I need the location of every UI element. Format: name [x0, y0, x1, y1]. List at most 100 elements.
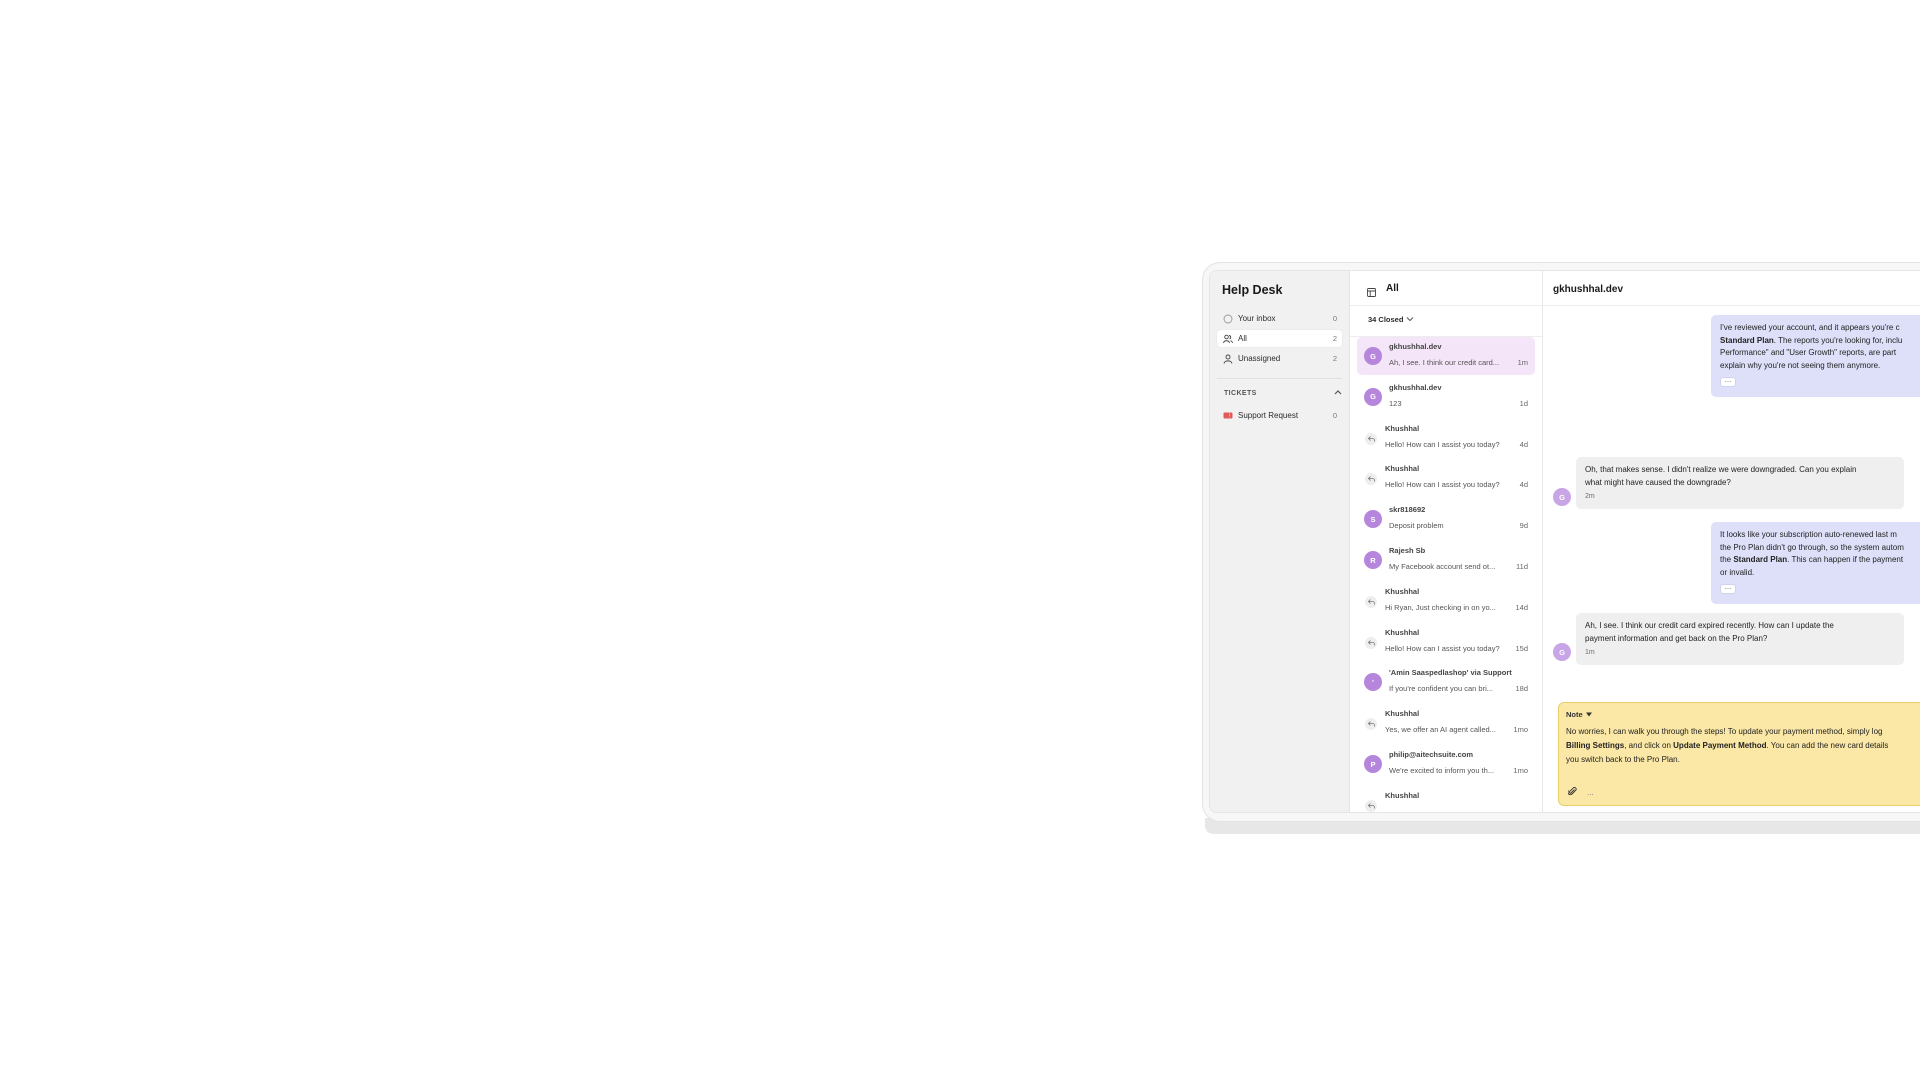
app-window: Help Desk Your inbox 0 All 2 Unassigned …	[1209, 270, 1920, 813]
conversation-time: 15d	[1515, 643, 1528, 653]
conversation-preview: Hello! How can I assist you today?	[1385, 643, 1500, 653]
chat-panel: gkhushhal.dev I've reviewed your account…	[1543, 271, 1920, 812]
conversation-item[interactable]: Pphilip@aitechsuite.com We're excited to …	[1357, 745, 1535, 783]
message-line: It looks like your subscription auto-ren…	[1720, 530, 1897, 539]
sidebar: Help Desk Your inbox 0 All 2 Unassigned …	[1210, 271, 1350, 812]
conversation-item[interactable]: Ggkhushhal.dev Ah, I see. I think our cre…	[1357, 337, 1535, 375]
sidebar-divider	[1217, 378, 1342, 379]
more-options-button[interactable]: ...	[1720, 583, 1736, 594]
conversation-list: Ggkhushhal.dev Ah, I see. I think our cre…	[1350, 337, 1542, 812]
conversation-time: 1m	[1517, 358, 1528, 367]
message-line: or invalid.	[1720, 567, 1755, 577]
conversation-time: 4d	[1519, 480, 1528, 490]
customer-message: Oh, that makes sense. I didn't realize w…	[1576, 457, 1904, 509]
sidebar-item-label: Unassigned	[1238, 354, 1281, 363]
note-type-dropdown[interactable]: Note	[1566, 710, 1592, 719]
caret-down-icon	[1585, 710, 1592, 719]
status-filter-dropdown[interactable]: 34 Closed	[1368, 315, 1414, 324]
filter-bar: 34 Closed	[1350, 305, 1542, 337]
conversation-preview: Deposit problem	[1389, 521, 1444, 531]
message-line: Performance" and "User Growth" reports, …	[1720, 348, 1897, 357]
conversation-name: Khushhal	[1385, 627, 1420, 637]
conversation-name: Khushhal	[1385, 709, 1420, 719]
message-line: the Standard Plan. This can happen if th…	[1720, 555, 1904, 564]
users-icon	[1222, 333, 1234, 345]
conversation-preview: Yes, we offer an AI agent called...	[1385, 725, 1496, 735]
note-type-label: Note	[1566, 710, 1583, 719]
sidebar-item-count: 0	[1332, 314, 1337, 323]
note-composer[interactable]: Note No worries, I can walk you through …	[1558, 702, 1920, 806]
conversation-name: skr818692	[1389, 505, 1426, 515]
conversation-preview: My Facebook account send ot...	[1389, 562, 1496, 571]
user-icon	[1222, 353, 1234, 365]
reply-icon	[1365, 636, 1377, 649]
message-text: I've reviewed your account, and it appea…	[1711, 315, 1920, 374]
conversation-name: gkhushhal.dev	[1389, 342, 1442, 351]
conversation-name: Khushhal	[1385, 464, 1420, 474]
message-text: Oh, that makes sense. I didn't realize w…	[1576, 457, 1904, 491]
customer-message: Ah, I see. I think our credit card expir…	[1576, 613, 1904, 665]
message-text: Ah, I see. I think our credit card expir…	[1576, 613, 1904, 647]
message-text: It looks like your subscription auto-ren…	[1711, 522, 1920, 581]
sidebar-item-unassigned[interactable]: Unassigned 2	[1217, 350, 1342, 367]
ticket-icon	[1222, 410, 1234, 422]
message-line: explain why you're not seeing them anymo…	[1720, 360, 1881, 370]
note-text[interactable]: No worries, I can walk you through the s…	[1566, 725, 1920, 767]
conversation-item[interactable]: Khushhal Yes, we offer an AI agent called…	[1357, 704, 1535, 742]
contact-avatar: R	[1364, 551, 1382, 569]
more-options-button[interactable]: ...	[1720, 376, 1736, 387]
list-header: All	[1350, 271, 1542, 306]
conversation-item[interactable]: Khushhal	[1357, 786, 1535, 812]
tickets-heading: TICKETS	[1224, 389, 1257, 397]
conversation-preview: Hello! How can I assist you today?	[1385, 480, 1500, 490]
conversation-list-panel: All 34 Closed Ggkhushhal.dev Ah, I see. I…	[1350, 271, 1543, 812]
conversation-name: 'Amin Saaspedlashop' via Support	[1389, 668, 1512, 678]
chat-title: gkhushhal.dev	[1553, 284, 1624, 295]
reply-icon	[1365, 432, 1377, 445]
contact-avatar: S	[1364, 510, 1382, 529]
conversation-item[interactable]: Khushhal Hello! How can I assist you toda…	[1357, 459, 1535, 497]
conversation-preview: We're excited to inform you th...	[1389, 766, 1495, 775]
conversation-item[interactable]: R Rajesh Sb My Facebook account send ot...…	[1357, 541, 1535, 579]
conversation-item[interactable]: Sskr818692 Deposit problem 9d	[1357, 500, 1535, 538]
tickets-section-header[interactable]: TICKETS	[1224, 389, 1342, 397]
conversation-name: Khushhal	[1385, 423, 1420, 433]
conversation-item[interactable]: Khushhal Hello! How can I assist you toda…	[1357, 419, 1535, 457]
sidebar-item-label: All	[1238, 334, 1247, 343]
layout-icon[interactable]	[1367, 284, 1376, 302]
sidebar-item-all[interactable]: All 2	[1217, 330, 1342, 347]
sidebar-item-count: 2	[1332, 354, 1337, 363]
attachment-icon[interactable]	[1567, 787, 1577, 798]
sidebar-item-your-inbox[interactable]: Your inbox 0	[1217, 310, 1342, 327]
contact-avatar: G	[1364, 347, 1382, 365]
contact-avatar: P	[1364, 755, 1382, 773]
conversation-time: 11d	[1516, 562, 1528, 571]
sidebar-item-support-request[interactable]: Support Request 0	[1217, 407, 1342, 424]
sidebar-item-count: 0	[1332, 411, 1337, 420]
message-time: 2m	[1585, 493, 1595, 500]
conversation-time: 14d	[1515, 602, 1528, 612]
message-line: Standard Plan. The reports you're lookin…	[1720, 335, 1903, 345]
conversation-item[interactable]: Ggkhushhal.dev 123 1d	[1357, 378, 1535, 416]
conversation-item[interactable]: Khushhal Hello! How can I assist you toda…	[1357, 623, 1535, 661]
chevron-down-icon	[1406, 315, 1414, 324]
contact-avatar: G	[1364, 387, 1382, 406]
conversation-preview: Hi Ryan, Just checking in on yo...	[1385, 602, 1496, 612]
user-circle-icon	[1222, 313, 1234, 325]
message-line: payment information and get back on the …	[1585, 633, 1768, 643]
customer-avatar: G	[1553, 643, 1571, 661]
contact-avatar: '	[1364, 673, 1382, 692]
more-tools-button[interactable]: ...	[1587, 788, 1594, 797]
chevron-up-icon[interactable]	[1334, 389, 1342, 397]
conversation-item[interactable]: Khushhal Hi Ryan, Just checking in on yo.…	[1357, 582, 1535, 620]
conversation-item[interactable]: ' 'Amin Saaspedlashop' via Support If you'…	[1357, 663, 1535, 701]
note-line: Billing Settings, and click on Update Pa…	[1566, 741, 1889, 750]
conversation-preview: Ah, I see. I think our credit card...	[1389, 358, 1500, 367]
sidebar-item-count: 2	[1332, 334, 1337, 343]
sidebar-item-label: Your inbox	[1238, 314, 1276, 323]
agent-message: I've reviewed your account, and it appea…	[1711, 315, 1920, 397]
customer-avatar: G	[1553, 488, 1571, 506]
message-line: Oh, that makes sense. I didn't realize w…	[1585, 465, 1857, 474]
agent-message: It looks like your subscription auto-ren…	[1711, 522, 1920, 604]
message-line: the Pro Plan didn't go through, so the s…	[1720, 542, 1904, 552]
